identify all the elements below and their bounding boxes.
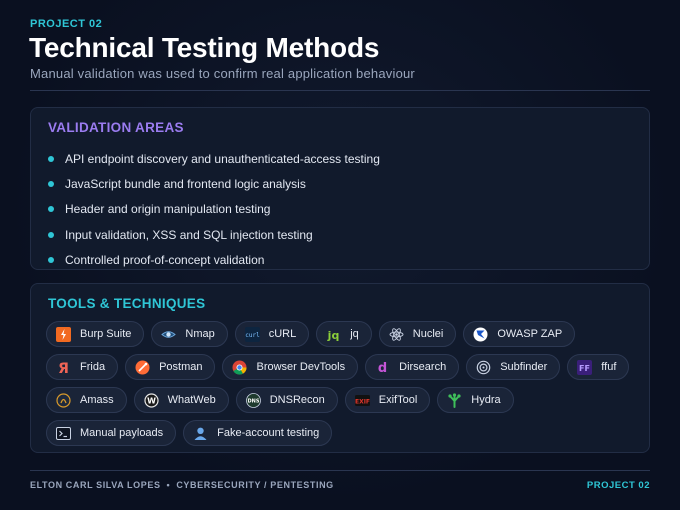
footer-role: CYBERSECURITY / PENTESTING (176, 480, 334, 490)
tool-label: Frida (80, 361, 106, 373)
tool-label: Browser DevTools (256, 361, 346, 373)
whatweb-icon: W (144, 392, 159, 408)
svg-text:Я: Я (58, 361, 69, 375)
tool-chip-whatweb: W WhatWeb (133, 387, 229, 413)
tool-chip-amass: Amass (46, 387, 127, 413)
tool-chip-nmap: Nmap (151, 321, 228, 347)
nmap-eye-icon (161, 327, 177, 342)
bullet-icon (48, 256, 54, 263)
tool-label: OWASP ZAP (497, 328, 563, 340)
footer-author: ELTON CARL SILVA LOPES (30, 480, 161, 490)
dns-icon: DNS (245, 392, 261, 408)
svg-text:W: W (147, 396, 156, 405)
header-divider (30, 90, 650, 91)
tool-label: DNSRecon (269, 394, 325, 406)
tool-chip-hydra: Hydra (437, 387, 514, 413)
jq-icon: jq (326, 327, 341, 342)
bullet-icon (48, 155, 54, 162)
tool-label: ExifTool (378, 394, 418, 406)
tool-label: Subfinder (500, 361, 548, 373)
tool-label: cURL (268, 328, 297, 340)
tool-chip-frida: Я Frida (46, 354, 119, 380)
validation-areas-list: API endpoint discovery and unauthenticat… (48, 146, 380, 272)
svg-text:curl: curl (245, 332, 260, 339)
validation-areas-heading: VALIDATION AREAS (48, 120, 184, 135)
tool-chip-manual-payloads: Manual payloads (46, 420, 177, 446)
hydra-icon (447, 392, 462, 408)
tool-label: Postman (159, 361, 203, 373)
page-title: Technical Testing Methods (29, 32, 380, 63)
tool-label: jq (350, 328, 359, 340)
bullet-icon (48, 231, 54, 238)
burp-suite-icon (56, 326, 71, 342)
tool-label: Dirsearch (399, 361, 447, 373)
ffuf-icon: FF (577, 359, 593, 375)
bullet-icon (48, 180, 54, 187)
tool-chip-subfinder: Subfinder (466, 354, 561, 380)
list-item-text: Controlled proof-of-concept validation (65, 252, 265, 267)
tools-chip-list: Burp Suite Nmap curl cURL jq jq Nuclei O… (46, 321, 646, 446)
project-kicker: PROJECT 02 (30, 18, 103, 30)
tool-label: ffuf (601, 361, 617, 373)
tool-chip-exiftool: EXIF ExifTool (344, 387, 431, 413)
tool-chip-postman: Postman (125, 354, 216, 380)
footer-divider (30, 470, 650, 471)
list-item-text: Header and origin manipulation testing (65, 202, 271, 217)
footer-project-label: PROJECT 02 (586, 480, 650, 491)
dirsearch-icon: d (375, 360, 390, 375)
postman-icon (135, 360, 150, 375)
tool-label: Burp Suite (80, 328, 132, 340)
list-item-text: API endpoint discovery and unauthenticat… (65, 151, 380, 166)
tool-label: Amass (80, 394, 114, 406)
svg-text:EXIF: EXIF (355, 398, 370, 405)
page-subtitle: Manual validation was used to confirm re… (30, 66, 415, 81)
nuclei-atom-icon (389, 327, 404, 342)
tool-chip-curl: curl cURL (234, 321, 310, 347)
subfinder-icon (476, 360, 491, 375)
terminal-icon (56, 426, 71, 441)
bullet-icon (48, 206, 54, 213)
user-icon (193, 426, 208, 441)
list-item-text: JavaScript bundle and frontend logic ana… (65, 176, 306, 191)
tool-chip-jq: jq jq (316, 321, 372, 347)
tools-techniques-heading: TOOLS & TECHNIQUES (48, 296, 206, 311)
list-item: Input validation, XSS and SQL injection … (48, 222, 380, 247)
tool-chip-nuclei: Nuclei (378, 321, 457, 347)
chrome-icon (232, 360, 247, 375)
amass-icon (56, 392, 71, 408)
svg-text:DNS: DNS (247, 398, 259, 404)
frida-icon: Я (56, 360, 71, 375)
tool-label: Nmap (185, 328, 215, 340)
tool-label: Fake-account testing (217, 427, 320, 439)
validation-areas-panel: VALIDATION AREAS API endpoint discovery … (30, 107, 650, 270)
tool-chip-dirsearch: d Dirsearch (365, 354, 460, 380)
curl-icon: curl (244, 326, 260, 342)
exiftool-icon: EXIF (354, 393, 370, 408)
tool-chip-fake-account-testing: Fake-account testing (183, 420, 333, 446)
footer-separator: • (166, 480, 171, 490)
list-item: API endpoint discovery and unauthenticat… (48, 146, 380, 171)
svg-text:d: d (378, 361, 387, 375)
tool-chip-dnsrecon: DNS DNSRecon (235, 387, 338, 413)
tool-label: Manual payloads (80, 427, 164, 439)
svg-text:jq: jq (327, 329, 340, 342)
list-item-text: Input validation, XSS and SQL injection … (65, 227, 313, 242)
tool-label: Hydra (471, 394, 501, 406)
footer-credits: ELTON CARL SILVA LOPES • CYBERSECURITY / P… (30, 480, 334, 490)
tool-chip-owasp-zap: OWASP ZAP (463, 321, 576, 347)
tool-label: Nuclei (412, 328, 444, 340)
list-item: Controlled proof-of-concept validation (48, 247, 380, 272)
list-item: JavaScript bundle and frontend logic ana… (48, 171, 380, 196)
list-item: Header and origin manipulation testing (48, 197, 380, 222)
tool-label: WhatWeb (167, 394, 216, 406)
svg-text:FF: FF (579, 364, 590, 373)
tools-techniques-panel: TOOLS & TECHNIQUES Burp Suite Nmap curl … (30, 283, 650, 453)
tool-chip-browser-devtools: Browser DevTools (222, 354, 359, 380)
tool-chip-burp-suite: Burp Suite (46, 321, 145, 347)
owasp-zap-icon (473, 327, 488, 342)
tool-chip-ffuf: FF ffuf (567, 354, 630, 380)
